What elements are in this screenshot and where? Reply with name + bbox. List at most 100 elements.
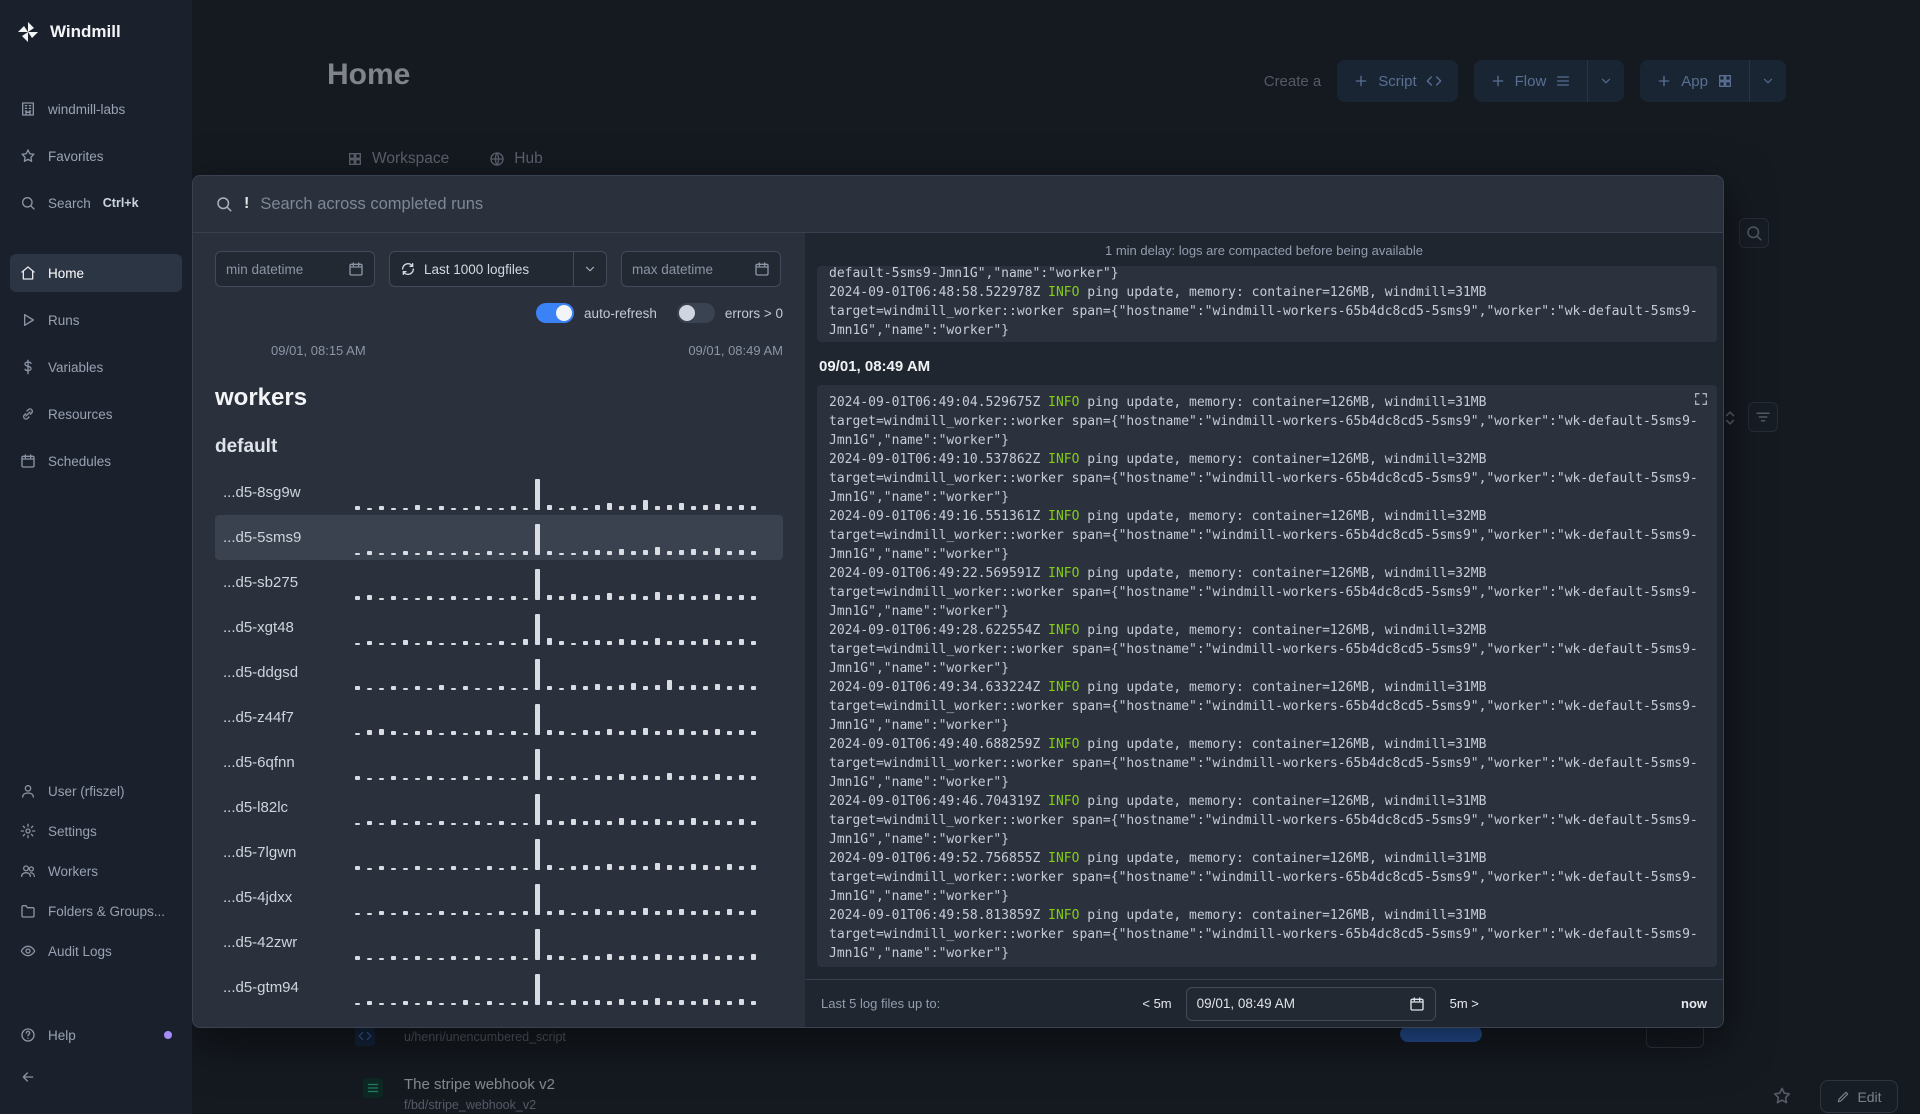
spark-bar bbox=[535, 973, 540, 1005]
spark-bar bbox=[535, 793, 540, 825]
auto-refresh-toggle[interactable] bbox=[536, 303, 575, 323]
spark-bar bbox=[367, 550, 372, 555]
sidebar-item-label: Schedules bbox=[48, 453, 112, 469]
worker-row[interactable]: ...d5-xgt48 bbox=[215, 605, 783, 650]
spark-bar bbox=[391, 685, 396, 690]
sidebar-item-audit-logs[interactable]: Audit Logs bbox=[10, 934, 182, 968]
max-datetime-input[interactable]: max datetime bbox=[621, 251, 781, 287]
sidebar-item-home[interactable]: Home bbox=[10, 254, 182, 292]
sidebar-item-folders[interactable]: Folders & Groups... bbox=[10, 894, 182, 928]
spark-bar bbox=[715, 503, 720, 510]
sidebar-item-user[interactable]: User (rfiszel) bbox=[10, 774, 182, 808]
spark-bar bbox=[607, 910, 612, 915]
sidebar-item-schedules[interactable]: Schedules bbox=[10, 442, 182, 480]
worker-sparkline bbox=[355, 521, 775, 555]
spark-bar bbox=[415, 777, 420, 780]
min-datetime-placeholder: min datetime bbox=[226, 261, 304, 277]
spark-bar bbox=[379, 687, 384, 690]
expand-icon[interactable] bbox=[1693, 391, 1709, 407]
spark-bar bbox=[607, 1000, 612, 1005]
spark-bar bbox=[619, 595, 624, 600]
spark-bar bbox=[679, 819, 684, 825]
spark-bar bbox=[427, 640, 432, 645]
log-level: INFO bbox=[1048, 395, 1080, 410]
logfiles-select-value: Last 1000 logfiles bbox=[424, 261, 530, 277]
spark-bar bbox=[643, 549, 648, 555]
spark-bar bbox=[403, 867, 408, 870]
spark-bar bbox=[691, 954, 696, 960]
spark-bar bbox=[475, 777, 480, 780]
spark-bar bbox=[655, 730, 660, 735]
spark-bar bbox=[487, 642, 492, 645]
spark-bar bbox=[547, 637, 552, 645]
spark-bar bbox=[667, 909, 672, 915]
spark-bar bbox=[571, 957, 576, 960]
sidebar-item-workers[interactable]: Workers bbox=[10, 854, 182, 888]
spark-bar bbox=[403, 639, 408, 645]
sidebar-item-workspace[interactable]: windmill-labs bbox=[10, 90, 182, 128]
worker-row[interactable]: ...d5-gtm94 bbox=[215, 965, 783, 1010]
log-target: target=windmill_worker::worker span={"ho… bbox=[829, 927, 1698, 961]
spark-bar bbox=[679, 728, 684, 735]
sidebar-item-label: Folders & Groups... bbox=[48, 903, 166, 919]
sidebar-item-label: Settings bbox=[48, 823, 97, 839]
spark-bar bbox=[439, 1002, 444, 1005]
spark-bar bbox=[619, 909, 624, 915]
spark-bar bbox=[727, 954, 732, 960]
spark-bar bbox=[475, 730, 480, 735]
logfiles-select[interactable]: Last 1000 logfiles bbox=[389, 251, 607, 287]
worker-row[interactable]: ...d5-sb275 bbox=[215, 560, 783, 605]
errors-toggle[interactable] bbox=[676, 303, 715, 323]
worker-row[interactable]: ...d5-5sms9 bbox=[215, 515, 783, 560]
spark-bar bbox=[739, 504, 744, 510]
worker-row[interactable]: ...d5-z44f7 bbox=[215, 695, 783, 740]
sidebar-item-runs[interactable]: Runs bbox=[10, 301, 182, 339]
spark-bar bbox=[715, 728, 720, 735]
forward-5m-button[interactable]: 5m > bbox=[1450, 996, 1479, 1011]
workers-column: min datetime Last 1000 logfiles max date… bbox=[193, 233, 805, 1027]
windmill-logo-icon bbox=[16, 20, 40, 44]
sidebar-item-help[interactable]: Help bbox=[10, 1018, 182, 1052]
spark-bar bbox=[499, 685, 504, 690]
spark-bar bbox=[475, 912, 480, 915]
now-button[interactable]: now bbox=[1681, 996, 1707, 1011]
worker-row[interactable]: ...d5-4jdxx bbox=[215, 875, 783, 920]
worker-row[interactable]: ...d5-ddgsd bbox=[215, 650, 783, 695]
log-message: ping update, memory: container=126MB, wi… bbox=[1087, 285, 1487, 300]
log-line: 2024-09-01T06:49:28.622554Z INFO ping up… bbox=[829, 621, 1705, 640]
worker-row[interactable]: ...d5-l82lc bbox=[215, 785, 783, 830]
spark-bar bbox=[691, 730, 696, 735]
collapse-sidebar-button[interactable] bbox=[10, 1060, 182, 1094]
spark-bar bbox=[403, 777, 408, 780]
spark-bar bbox=[739, 549, 744, 555]
spark-bar bbox=[583, 595, 588, 600]
log-datetime-input[interactable]: 09/01, 08:49 AM bbox=[1185, 986, 1436, 1021]
spark-bar bbox=[391, 955, 396, 960]
worker-sparkline bbox=[355, 476, 775, 510]
sidebar-item-favorites[interactable]: Favorites bbox=[10, 137, 182, 175]
sidebar-item-variables[interactable]: Variables bbox=[10, 348, 182, 386]
log-line: 2024-09-01T06:49:40.688259Z INFO ping up… bbox=[829, 735, 1705, 754]
spark-bar bbox=[463, 550, 468, 555]
sidebar-item-search[interactable]: Search Ctrl+k bbox=[10, 184, 182, 222]
worker-row[interactable]: ...d5-42zwr bbox=[215, 920, 783, 965]
spark-bar bbox=[595, 594, 600, 600]
spark-bar bbox=[631, 864, 636, 870]
sidebar-bottom-items: User (rfiszel) Settings Workers Folders & G… bbox=[10, 774, 182, 968]
min-datetime-input[interactable]: min datetime bbox=[215, 251, 375, 287]
spark-bar bbox=[631, 550, 636, 555]
worker-row[interactable]: ...d5-6qfnn bbox=[215, 740, 783, 785]
search-input[interactable] bbox=[260, 194, 1701, 214]
sidebar-item-resources[interactable]: Resources bbox=[10, 395, 182, 433]
worker-row[interactable]: ...d5-7lgwn bbox=[215, 830, 783, 875]
spark-bar bbox=[487, 595, 492, 600]
spark-bar bbox=[415, 685, 420, 690]
worker-name: ...d5-5sms9 bbox=[223, 529, 302, 546]
spark-bar bbox=[703, 638, 708, 645]
sidebar-item-label: windmill-labs bbox=[48, 101, 126, 117]
spark-bar bbox=[583, 777, 588, 780]
back-5m-button[interactable]: < 5m bbox=[1142, 996, 1171, 1011]
sidebar-item-settings[interactable]: Settings bbox=[10, 814, 182, 848]
spark-bar bbox=[547, 819, 552, 825]
worker-row[interactable]: ...d5-8sg9w bbox=[215, 470, 783, 515]
